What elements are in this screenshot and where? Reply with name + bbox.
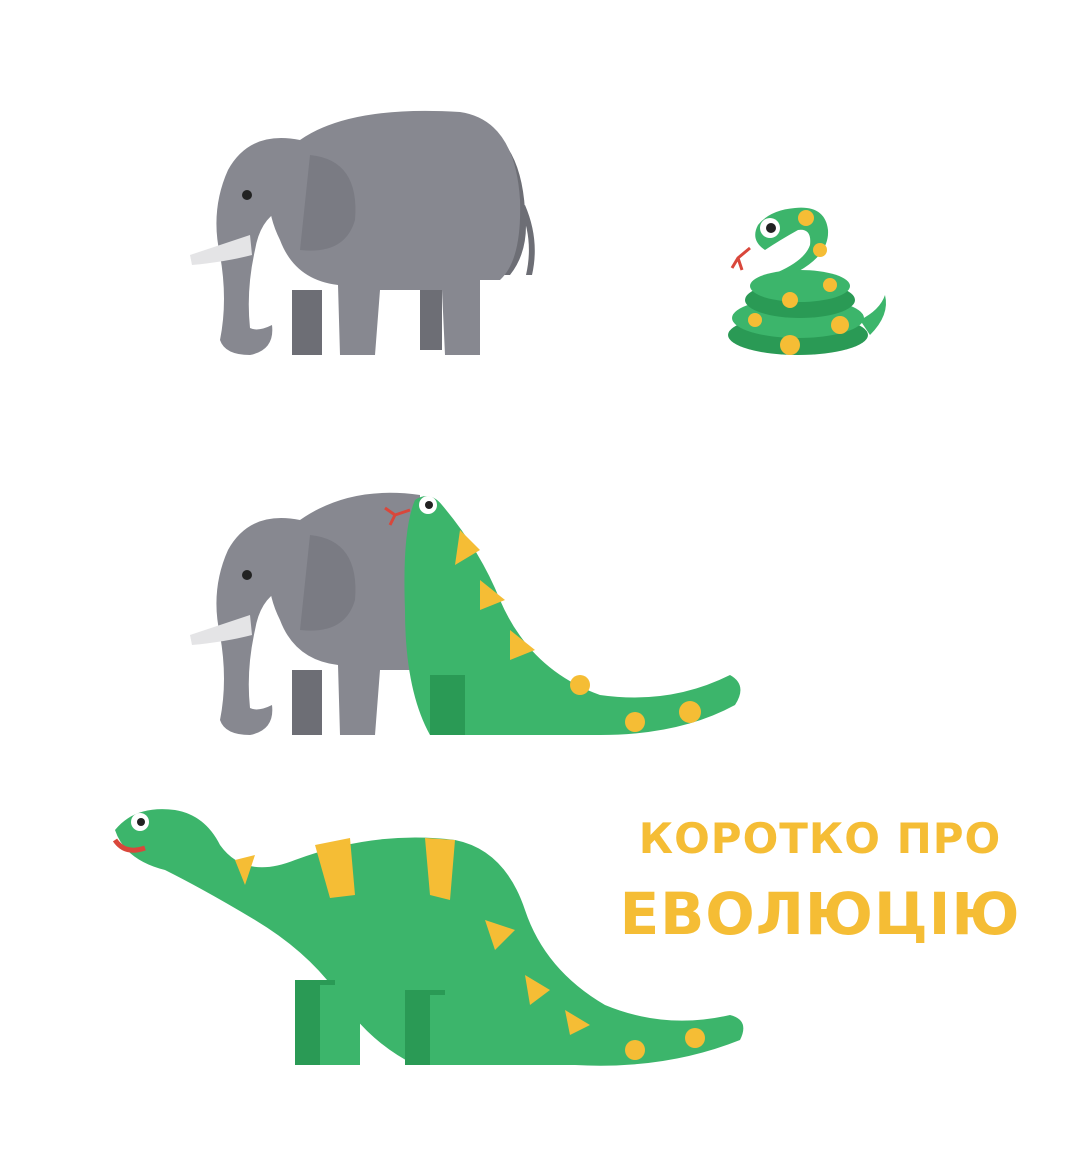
caption-line-1: КОРОТКО ПРО	[638, 814, 1002, 863]
meme-canvas: КОРОТКО ПРО ЕВОЛЮЦІЮ	[0, 0, 1091, 1157]
caption-line-2: ЕВОЛЮЦІЮ	[619, 880, 1021, 948]
elephant-swallowed-by-snake-icon	[190, 492, 741, 735]
coiled-snake-icon	[728, 207, 886, 355]
elephant-icon	[190, 110, 535, 355]
